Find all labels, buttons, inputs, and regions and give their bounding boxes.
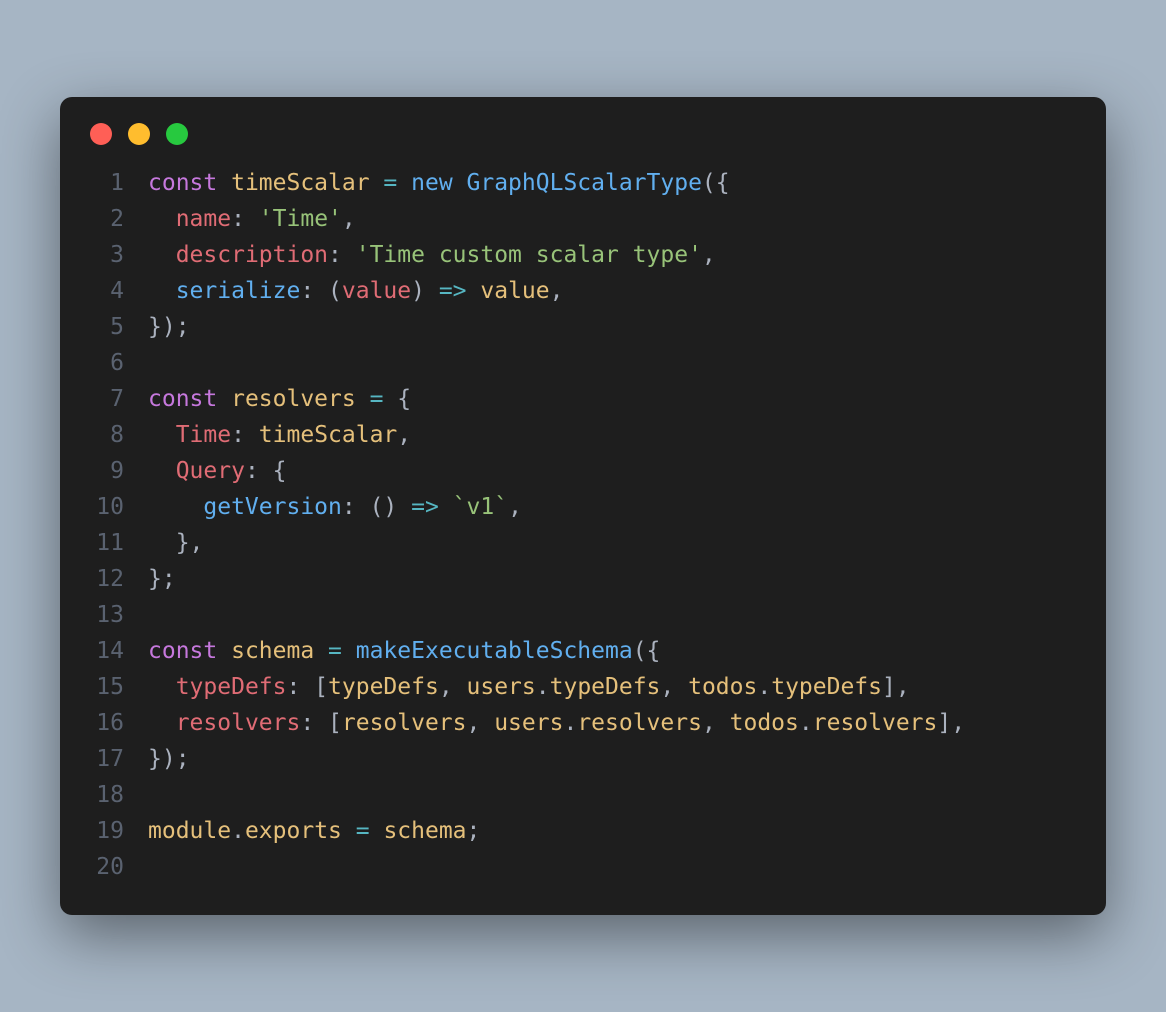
- code-content: Time: timeScalar,: [148, 417, 411, 453]
- line-number: 12: [90, 561, 148, 597]
- line-number: 10: [90, 489, 148, 525]
- code-line: 20: [90, 849, 1076, 885]
- line-number: 18: [90, 777, 148, 813]
- close-icon[interactable]: [90, 123, 112, 145]
- code-line: 9 Query: {: [90, 453, 1076, 489]
- code-window: 1const timeScalar = new GraphQLScalarTyp…: [60, 97, 1106, 915]
- code-line: 8 Time: timeScalar,: [90, 417, 1076, 453]
- line-number: 20: [90, 849, 148, 885]
- code-line: 4 serialize: (value) => value,: [90, 273, 1076, 309]
- code-line: 13: [90, 597, 1076, 633]
- code-line: 19module.exports = schema;: [90, 813, 1076, 849]
- code-line: 5});: [90, 309, 1076, 345]
- code-line: 14const schema = makeExecutableSchema({: [90, 633, 1076, 669]
- code-line: 3 description: 'Time custom scalar type'…: [90, 237, 1076, 273]
- code-content: typeDefs: [typeDefs, users.typeDefs, tod…: [148, 669, 910, 705]
- code-line: 11 },: [90, 525, 1076, 561]
- line-number: 4: [90, 273, 148, 309]
- code-content: };: [148, 561, 176, 597]
- code-content: const schema = makeExecutableSchema({: [148, 633, 660, 669]
- line-number: 16: [90, 705, 148, 741]
- code-content: description: 'Time custom scalar type',: [148, 237, 716, 273]
- code-line: 12};: [90, 561, 1076, 597]
- code-line: 6: [90, 345, 1076, 381]
- code-line: 1const timeScalar = new GraphQLScalarTyp…: [90, 165, 1076, 201]
- code-content: name: 'Time',: [148, 201, 356, 237]
- code-line: 16 resolvers: [resolvers, users.resolver…: [90, 705, 1076, 741]
- code-line: 17});: [90, 741, 1076, 777]
- code-content: serialize: (value) => value,: [148, 273, 563, 309]
- code-content: getVersion: () => `v1`,: [148, 489, 522, 525]
- line-number: 8: [90, 417, 148, 453]
- code-line: 18: [90, 777, 1076, 813]
- code-line: 10 getVersion: () => `v1`,: [90, 489, 1076, 525]
- line-number: 6: [90, 345, 148, 381]
- minimize-icon[interactable]: [128, 123, 150, 145]
- code-content: });: [148, 309, 190, 345]
- line-number: 5: [90, 309, 148, 345]
- line-number: 15: [90, 669, 148, 705]
- code-area: 1const timeScalar = new GraphQLScalarTyp…: [60, 155, 1106, 885]
- line-number: 19: [90, 813, 148, 849]
- line-number: 3: [90, 237, 148, 273]
- code-content: const resolvers = {: [148, 381, 411, 417]
- zoom-icon[interactable]: [166, 123, 188, 145]
- code-content: module.exports = schema;: [148, 813, 480, 849]
- line-number: 1: [90, 165, 148, 201]
- line-number: 7: [90, 381, 148, 417]
- code-content: Query: {: [148, 453, 287, 489]
- line-number: 9: [90, 453, 148, 489]
- code-line: 2 name: 'Time',: [90, 201, 1076, 237]
- line-number: 17: [90, 741, 148, 777]
- line-number: 14: [90, 633, 148, 669]
- line-number: 11: [90, 525, 148, 561]
- code-line: 7const resolvers = {: [90, 381, 1076, 417]
- line-number: 2: [90, 201, 148, 237]
- titlebar: [60, 97, 1106, 155]
- code-content: resolvers: [resolvers, users.resolvers, …: [148, 705, 965, 741]
- code-content: },: [148, 525, 203, 561]
- line-number: 13: [90, 597, 148, 633]
- code-content: });: [148, 741, 190, 777]
- code-content: const timeScalar = new GraphQLScalarType…: [148, 165, 730, 201]
- code-line: 15 typeDefs: [typeDefs, users.typeDefs, …: [90, 669, 1076, 705]
